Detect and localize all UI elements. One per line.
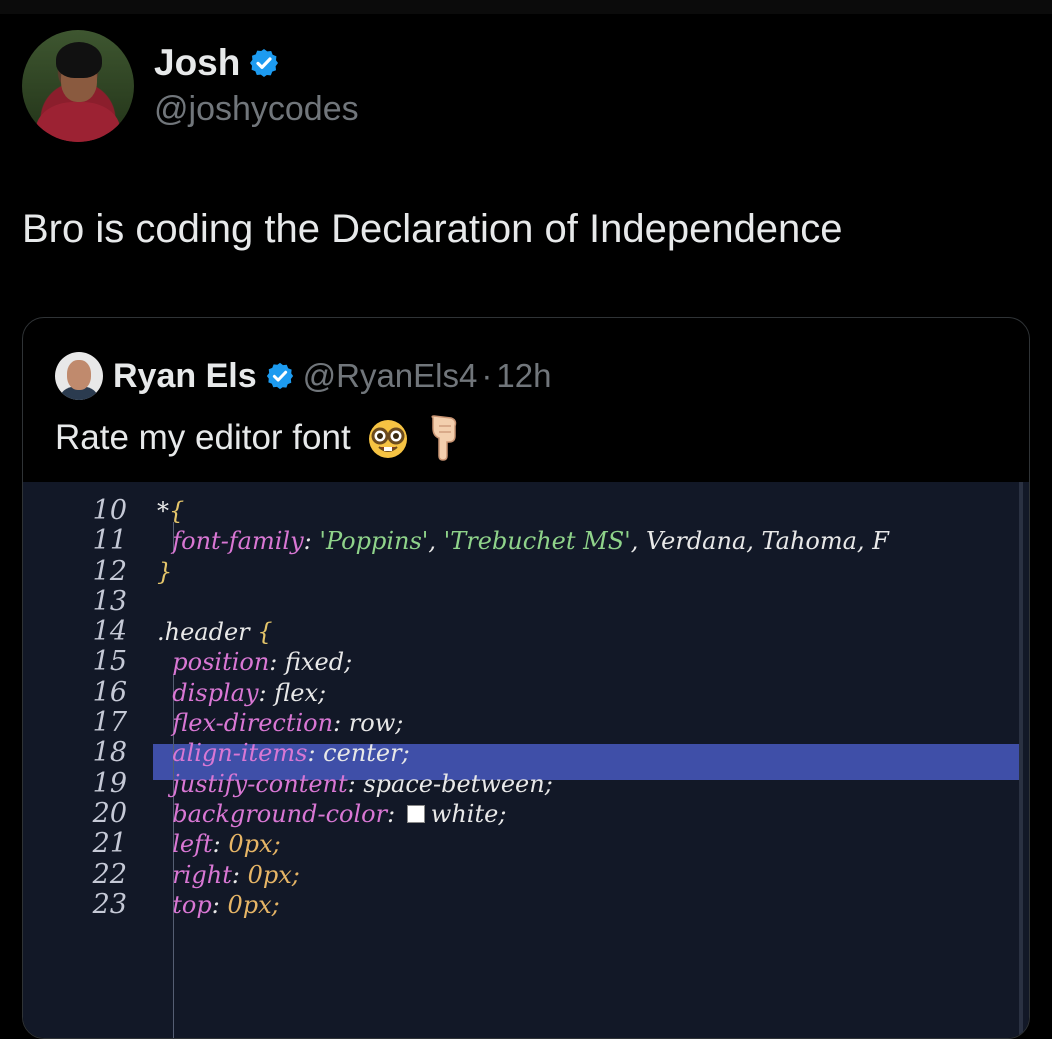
nerd-face-icon xyxy=(368,420,407,458)
code-token: : xyxy=(387,799,403,828)
backhand-index-pointing-down-icon xyxy=(431,415,456,461)
code-token: top xyxy=(157,890,212,919)
code-token: px; xyxy=(242,890,280,919)
avatar[interactable] xyxy=(22,30,134,142)
tweet-text: Bro is coding the Declaration of Indepen… xyxy=(22,207,843,251)
code-token: : flex; xyxy=(258,678,327,707)
code-token: } xyxy=(157,557,173,586)
code-token: { xyxy=(169,497,185,525)
code-line: } xyxy=(157,557,1027,587)
line-number: 11 xyxy=(92,525,127,557)
code-line: left: 0px; xyxy=(157,829,1027,859)
code-line: top: 0px; xyxy=(157,890,1027,920)
line-number: 18 xyxy=(92,737,127,769)
code-token: left xyxy=(157,830,213,859)
quoted-header: Ryan Els @RyanEls4 · 12h xyxy=(55,352,551,400)
line-number: 17 xyxy=(92,707,127,739)
verified-badge-icon xyxy=(250,49,279,77)
code-token: px; xyxy=(243,830,281,859)
code-token: position xyxy=(157,648,270,677)
quoted-author-name[interactable]: Ryan Els xyxy=(113,357,257,396)
line-number: 14 xyxy=(92,616,127,648)
code-token: px; xyxy=(262,860,300,889)
code-editor-screenshot: 10 11 12 13 14 15 16 17 18 19 20 21 22 23 *{ font-fam… xyxy=(23,482,1029,1038)
code-token: font-family xyxy=(157,527,304,556)
code-line: flex-direction: row; xyxy=(157,708,1027,738)
code-token: * xyxy=(157,497,169,525)
code-token: 0 xyxy=(227,890,243,919)
code-line: justify-content: space-between; xyxy=(157,769,1027,799)
code-line: position: fixed; xyxy=(157,647,1027,677)
code-token: : xyxy=(231,860,248,889)
quoted-author-handle[interactable]: @RyanEls4 xyxy=(303,357,478,395)
scrollbar[interactable] xyxy=(1019,482,1023,1038)
quoted-avatar[interactable] xyxy=(55,352,103,400)
code-line: *{ xyxy=(157,496,1027,526)
code-line: right: 0px; xyxy=(157,860,1027,890)
code-token: flex-direction xyxy=(157,709,334,738)
line-number: 23 xyxy=(92,888,127,920)
code-line: background-color: white; xyxy=(157,799,1027,829)
code-token: { xyxy=(257,618,273,647)
code-token: white; xyxy=(430,799,507,828)
code-token: right xyxy=(157,860,232,889)
line-number: 19 xyxy=(92,767,127,799)
code-token: display xyxy=(157,678,259,707)
quoted-timestamp[interactable]: 12h xyxy=(496,357,551,395)
code-token: : space-between; xyxy=(347,769,553,798)
line-number: 20 xyxy=(92,797,127,829)
code-line: display: flex; xyxy=(157,678,1027,708)
code-token: 0 xyxy=(247,860,263,889)
code-token: , xyxy=(428,527,444,556)
code-token: 0 xyxy=(228,830,244,859)
quoted-tweet[interactable]: Ryan Els @RyanEls4 · 12h Rate my editor … xyxy=(22,317,1030,1039)
code-token: 'Poppins' xyxy=(319,527,429,556)
tweet-author[interactable]: Josh @joshycodes xyxy=(22,30,722,146)
author-handle[interactable]: @joshycodes xyxy=(154,90,359,129)
code-token: : fixed; xyxy=(269,648,353,677)
line-number: 16 xyxy=(92,676,127,708)
code-lines: *{ font-family: 'Poppins', 'Trebuchet MS… xyxy=(157,496,1027,920)
code-token: : row; xyxy=(333,709,404,738)
code-line: align-items: center; xyxy=(157,738,1027,768)
top-status-bar xyxy=(0,0,1052,14)
quoted-text: Rate my editor font xyxy=(55,418,351,457)
code-line: font-family: 'Poppins', 'Trebuchet MS', … xyxy=(157,526,1027,556)
separator-dot: · xyxy=(481,357,493,394)
line-numbers: 10 11 12 13 14 15 16 17 18 19 20 21 22 23 xyxy=(67,495,127,920)
line-number: 21 xyxy=(92,828,127,860)
code-token: : xyxy=(212,830,229,859)
line-number: 13 xyxy=(92,585,127,617)
code-token: .header xyxy=(157,618,258,647)
color-swatch xyxy=(406,804,425,823)
line-number: 22 xyxy=(92,858,127,890)
line-number: 12 xyxy=(92,555,127,587)
code-token: : xyxy=(211,890,228,919)
author-name[interactable]: Josh xyxy=(154,42,240,84)
code-line: .header { xyxy=(157,617,1027,647)
quoted-text-row: Rate my editor font xyxy=(55,414,465,462)
line-number: 10 xyxy=(92,495,127,526)
code-token: 'Trebuchet MS' xyxy=(443,527,631,556)
code-token: background-color xyxy=(157,799,388,828)
verified-badge-icon xyxy=(266,362,293,390)
code-token: : xyxy=(303,527,320,556)
code-token: justify-content xyxy=(157,769,348,798)
code-token: : center; xyxy=(307,739,410,768)
line-number: 15 xyxy=(92,646,127,678)
author-name-row: Josh xyxy=(154,42,280,84)
code-token: , Verdana, Tahoma, F xyxy=(630,527,889,556)
code-token: align-items xyxy=(157,739,308,768)
